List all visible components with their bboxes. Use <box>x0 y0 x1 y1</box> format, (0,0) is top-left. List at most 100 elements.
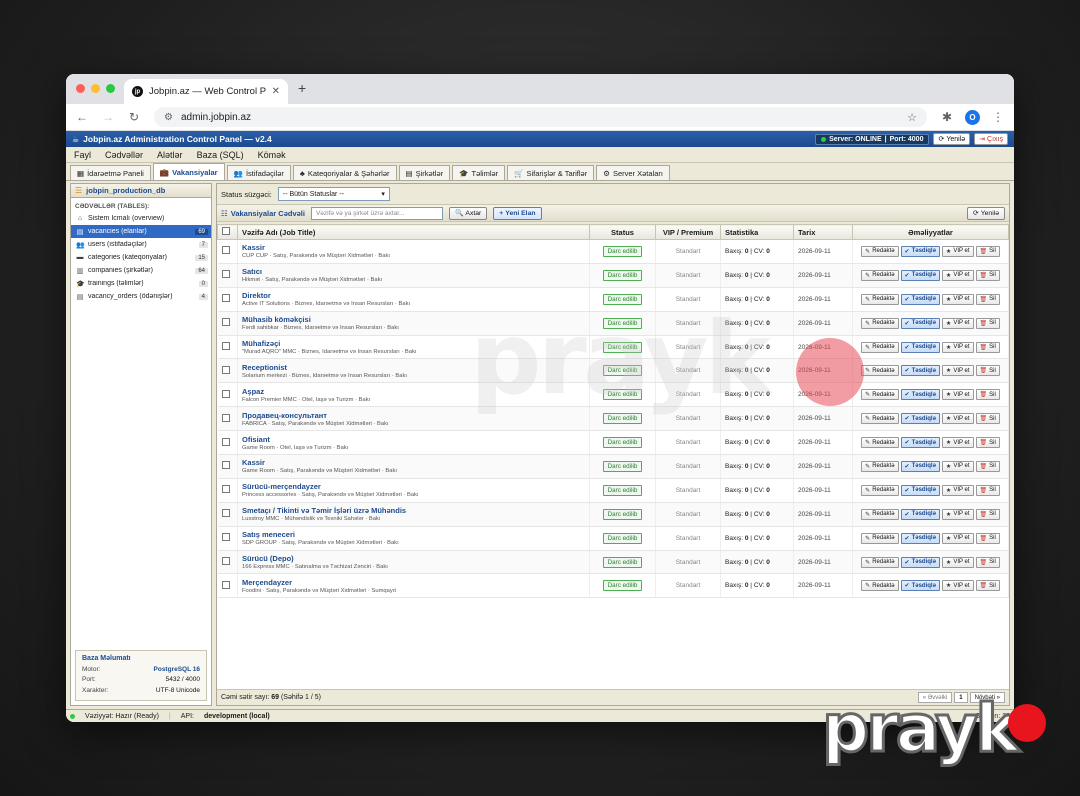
edit-button[interactable]: ✎ Redaktə <box>861 365 899 377</box>
delete-button[interactable]: 🗑 Sil <box>975 341 1000 353</box>
delete-button[interactable]: 🗑 Sil <box>975 293 1000 305</box>
tab-1[interactable]: 💼 Vakansiyalar <box>152 163 225 180</box>
tab-2[interactable]: 👥 İstifadəçilər <box>226 165 291 180</box>
sidebar-item-0[interactable]: ⌂ Sistem İcmalı (overview) <box>71 212 211 225</box>
current-page[interactable]: 1 <box>954 692 968 703</box>
vip-button[interactable]: ★ VIP et <box>941 365 974 377</box>
job-title-link[interactable]: Kassir <box>242 243 585 252</box>
job-title-link[interactable]: Merçendayzer <box>242 578 585 587</box>
job-title-link[interactable]: Kassir <box>242 458 585 467</box>
delete-button[interactable]: 🗑 Sil <box>975 317 1000 329</box>
delete-button[interactable]: 🗑 Sil <box>975 245 1000 257</box>
delete-button[interactable]: 🗑 Sil <box>975 580 1000 592</box>
sidebar-item-4[interactable]: ▥ companies (şirkətlər) 64 <box>71 264 211 277</box>
job-title-link[interactable]: Mühafizəçi <box>242 339 585 348</box>
vip-button[interactable]: ★ VIP et <box>941 293 974 305</box>
row-checkbox[interactable] <box>221 437 230 446</box>
table-row[interactable]: Receptionist Solarium merkezi · Biznes, … <box>217 358 1009 384</box>
edit-button[interactable]: ✎ Redaktə <box>861 532 899 544</box>
delete-button[interactable]: 🗑 Sil <box>975 484 1000 496</box>
maximize-window-button[interactable] <box>106 84 115 93</box>
prev-page-button[interactable]: « Əvvəlki <box>917 692 953 703</box>
tab-3[interactable]: ♣ Kateqoriyalar & Şəhərlər <box>292 165 397 180</box>
approve-button[interactable]: ✔ Təsdiqlə <box>900 484 940 496</box>
table-row[interactable]: Sürücü (Depo) 166 Express MMC · Satınalm… <box>217 550 1009 575</box>
vip-button[interactable]: ★ VIP et <box>941 389 974 401</box>
vip-button[interactable]: ★ VIP et <box>941 317 974 329</box>
tab-6[interactable]: 🛒 Sifarişlər & Tariflər <box>507 165 595 180</box>
delete-button[interactable]: 🗑 Sil <box>975 532 1000 544</box>
col-job-title[interactable]: Vəzifə Adı (Job Title) <box>237 224 590 240</box>
row-checkbox[interactable] <box>221 413 230 422</box>
sidebar-item-3[interactable]: ▬ categories (kateqoriyalar) 15 <box>71 251 211 264</box>
refresh-grid-button[interactable]: ⟳ Yenilə <box>967 206 1005 220</box>
edit-button[interactable]: ✎ Redaktə <box>861 437 899 449</box>
edit-button[interactable]: ✎ Redaktə <box>861 484 899 496</box>
vip-button[interactable]: ★ VIP et <box>941 580 974 592</box>
close-tab-icon[interactable]: ✕ <box>272 86 280 97</box>
table-row[interactable]: Direktor Active IT Solutions · Biznes, İ… <box>217 287 1009 312</box>
row-checkbox[interactable] <box>221 365 230 374</box>
new-tab-icon[interactable]: + <box>298 80 306 96</box>
table-row[interactable]: Aşpaz Falcon Premier MMC · Otel, İaşə və… <box>217 382 1009 408</box>
row-checkbox[interactable] <box>221 270 230 279</box>
profile-avatar[interactable]: O <box>965 109 980 125</box>
vip-button[interactable]: ★ VIP et <box>941 508 974 520</box>
vip-button[interactable]: ★ VIP et <box>941 245 974 257</box>
menu-baza-sql[interactable]: Baza (SQL) <box>197 150 244 160</box>
edit-button[interactable]: ✎ Redaktə <box>861 269 899 281</box>
edit-button[interactable]: ✎ Redaktə <box>861 508 899 520</box>
col-vip[interactable]: VIP / Premium <box>655 224 721 240</box>
bookmark-star-icon[interactable]: ☆ <box>907 111 917 124</box>
table-row[interactable]: Smetaçı / Tikinti və Təmir İşləri üzrə M… <box>217 502 1009 527</box>
delete-button[interactable]: 🗑 Sil <box>975 389 1000 401</box>
row-checkbox[interactable] <box>221 246 230 255</box>
row-checkbox[interactable] <box>221 294 230 303</box>
edit-button[interactable]: ✎ Redaktə <box>861 293 899 305</box>
address-bar[interactable]: ⚙ admin.jobpin.az ☆ <box>154 107 927 127</box>
table-row[interactable]: Mühafizəçi "Murad AQRO" MMC · Biznes, İd… <box>217 335 1009 360</box>
job-title-link[interactable]: Direktor <box>242 291 585 300</box>
forward-icon[interactable]: → <box>102 110 114 124</box>
menu-fayl[interactable]: Fayl <box>74 150 91 160</box>
table-row[interactable]: Mühasib köməkçisi Fərdi sahibkar · Bizne… <box>217 311 1009 336</box>
sidebar-item-1[interactable]: ▤ vacancies (elanlar) 69 <box>71 225 211 238</box>
approve-button[interactable]: ✔ Təsdiqlə <box>900 556 940 568</box>
approve-button[interactable]: ✔ Təsdiqlə <box>900 269 940 281</box>
delete-button[interactable]: 🗑 Sil <box>975 365 1000 377</box>
approve-button[interactable]: ✔ Təsdiqlə <box>900 437 940 449</box>
row-checkbox[interactable] <box>221 318 230 327</box>
delete-button[interactable]: 🗑 Sil <box>975 460 1000 472</box>
edit-button[interactable]: ✎ Redaktə <box>861 341 899 353</box>
sidebar-item-2[interactable]: 👥 users (istifadəçilər) 7 <box>71 238 211 251</box>
table-row[interactable]: Satıcı Hikmət · Satış, Parakəndə və Müşt… <box>217 263 1009 288</box>
tab-7[interactable]: ⚙ Server Xətaları <box>596 165 670 180</box>
edit-button[interactable]: ✎ Redaktə <box>861 389 899 401</box>
approve-button[interactable]: ✔ Təsdiqlə <box>900 317 940 329</box>
vip-button[interactable]: ★ VIP et <box>941 532 974 544</box>
job-title-link[interactable]: Продавец-консультант <box>242 411 585 420</box>
edit-button[interactable]: ✎ Redaktə <box>861 556 899 568</box>
vip-button[interactable]: ★ VIP et <box>941 556 974 568</box>
approve-button[interactable]: ✔ Təsdiqlə <box>900 389 940 401</box>
menu-aletler[interactable]: Alətlər <box>157 150 183 160</box>
extensions-icon[interactable]: ✱ <box>941 110 953 124</box>
job-title-link[interactable]: Satış meneceri <box>242 530 585 539</box>
browser-tab[interactable]: jp Jobpin.az — Web Control Pa... ✕ <box>124 79 288 104</box>
table-row[interactable]: Sürücü-merçendayzer Princess accessories… <box>217 478 1009 503</box>
table-row[interactable]: Kassir CUP CUP · Satış, Parakəndə və Müş… <box>217 239 1009 264</box>
vip-button[interactable]: ★ VIP et <box>941 413 974 425</box>
close-window-button[interactable] <box>76 84 85 93</box>
new-vacancy-button[interactable]: + Yeni Elan <box>493 206 542 220</box>
approve-button[interactable]: ✔ Təsdiqlə <box>900 293 940 305</box>
approve-button[interactable]: ✔ Təsdiqlə <box>900 508 940 520</box>
edit-button[interactable]: ✎ Redaktə <box>861 460 899 472</box>
sidebar-item-5[interactable]: 🎓 trainings (təlimlər) 0 <box>71 277 211 290</box>
delete-button[interactable]: 🗑 Sil <box>975 508 1000 520</box>
job-title-link[interactable]: Receptionist <box>242 363 585 372</box>
col-stats[interactable]: Statistika <box>720 224 794 240</box>
select-all-header[interactable] <box>217 224 238 240</box>
menu-cedveller[interactable]: Cədvəllər <box>105 150 143 160</box>
job-title-link[interactable]: Satıcı <box>242 267 585 276</box>
approve-button[interactable]: ✔ Təsdiqlə <box>900 413 940 425</box>
